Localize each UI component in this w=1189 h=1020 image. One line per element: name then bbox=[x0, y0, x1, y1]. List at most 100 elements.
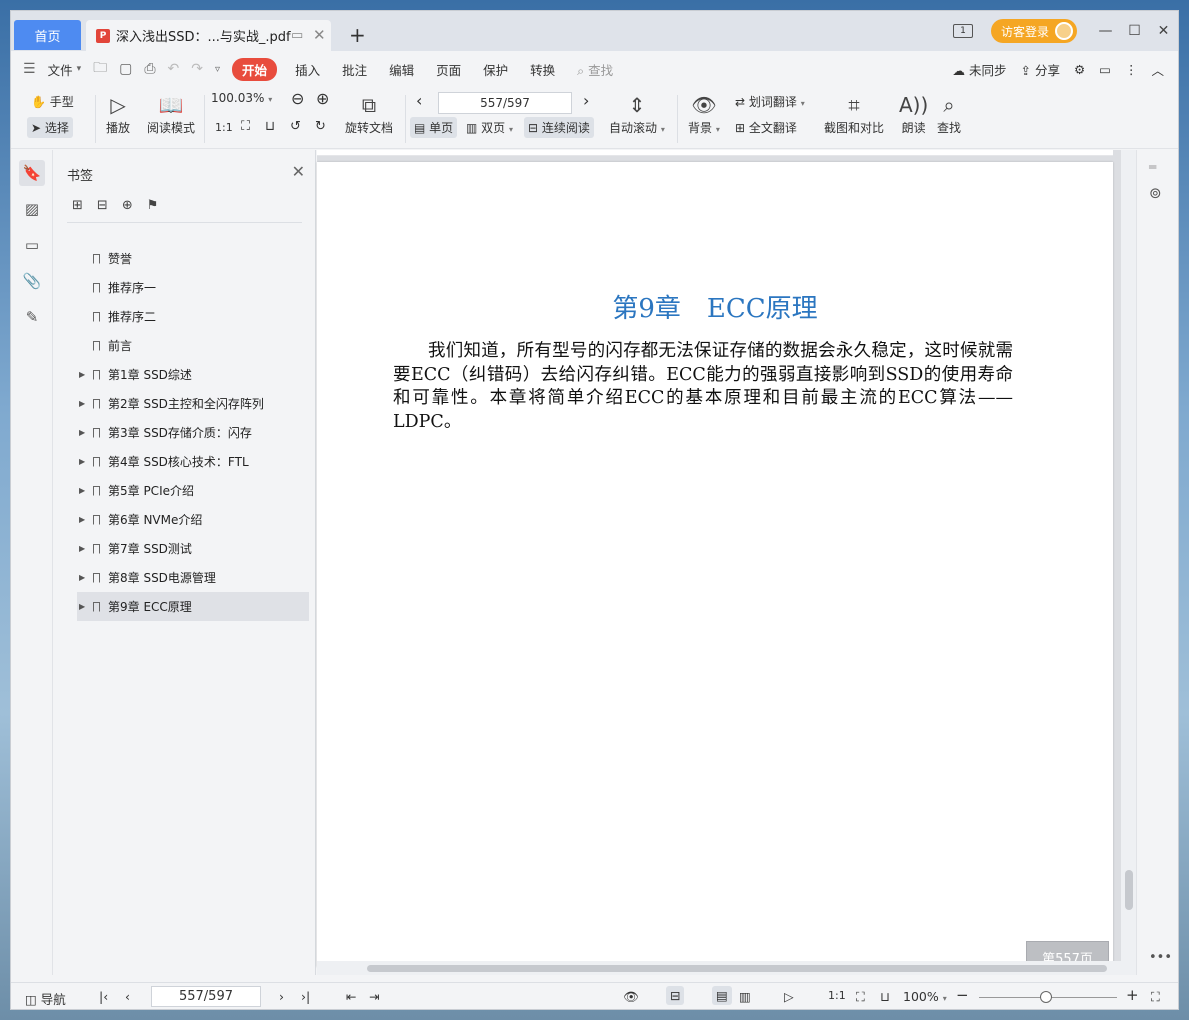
navigation-button[interactable]: ◫ 导航 bbox=[25, 989, 66, 1008]
hand-tool-button[interactable]: ✋ 手型 bbox=[31, 93, 74, 110]
vertical-scroll-thumb[interactable] bbox=[1125, 870, 1133, 910]
screenshot-compare-button[interactable]: ⌗ 截图和对比 bbox=[824, 91, 884, 136]
bookmark-item[interactable]: ▶ 第9章 ECC原理 bbox=[77, 592, 309, 621]
minimize-button[interactable]: — bbox=[1091, 23, 1120, 39]
bookmark-icon[interactable]: 🔖 bbox=[19, 160, 45, 186]
read-mode-button[interactable]: 📖 阅读模式 bbox=[147, 91, 195, 136]
more-icon[interactable]: ••• bbox=[1149, 950, 1172, 965]
double-page-button[interactable]: ▥ 双页 ▾ bbox=[466, 119, 513, 136]
expand-arrow-icon[interactable]: ▶ bbox=[79, 573, 85, 582]
menu-file[interactable]: 文件 bbox=[48, 60, 73, 79]
expand-arrow-icon[interactable]: ▶ bbox=[79, 428, 85, 437]
full-translate-button[interactable]: ⊞ 全文翻译 bbox=[735, 119, 797, 136]
maximize-button[interactable]: ☐ bbox=[1120, 23, 1149, 39]
back-icon[interactable]: ⇤ bbox=[346, 989, 356, 1004]
bookmark-item[interactable]: ▶ 第8章 SSD电源管理 bbox=[77, 563, 309, 592]
chevron-down-icon[interactable]: ▾ bbox=[77, 64, 82, 74]
bookmark-flag-icon[interactable]: ⚑ bbox=[147, 198, 159, 213]
bookmark-item[interactable]: ▶ 第2章 SSD主控和全闪存阵列 bbox=[77, 389, 309, 418]
word-translate-button[interactable]: ⇄ 划词翻译 ▾ bbox=[735, 93, 805, 110]
bookmark-item[interactable]: ▶ 第7章 SSD测试 bbox=[77, 534, 309, 563]
redo-icon[interactable]: ↷ bbox=[191, 61, 203, 77]
open-folder-icon[interactable]: 🗀 bbox=[93, 57, 107, 81]
eye-protection-icon[interactable]: 👁 bbox=[623, 989, 639, 1005]
tab-home[interactable]: 首页 bbox=[14, 20, 81, 50]
bookmark-item[interactable]: 赞誉 bbox=[77, 244, 309, 273]
tab-pin-icon[interactable]: ▭ bbox=[291, 28, 303, 43]
save-icon[interactable]: ▢ bbox=[119, 61, 132, 77]
select-tool-button[interactable]: ➤ 选择 bbox=[27, 117, 73, 138]
read-aloud-button[interactable]: A)) 朗读 bbox=[899, 91, 928, 136]
menu-protect[interactable]: 保护 bbox=[483, 60, 508, 79]
play-icon[interactable]: ▷ bbox=[784, 989, 794, 1004]
sync-button[interactable]: ☁ 未同步 bbox=[952, 60, 1006, 79]
expand-arrow-icon[interactable]: ▶ bbox=[79, 486, 85, 495]
zoom-out-icon[interactable]: − bbox=[956, 986, 969, 1004]
bookmark-item[interactable]: 前言 bbox=[77, 331, 309, 360]
menu-start[interactable]: 开始 bbox=[232, 57, 278, 81]
next-page-icon[interactable]: › bbox=[583, 91, 589, 110]
fit-page-icon[interactable]: ⛶ bbox=[241, 119, 250, 134]
continuous-view-icon[interactable]: ⊟ bbox=[666, 986, 685, 1005]
actual-size-icon[interactable]: 1:1 bbox=[215, 121, 233, 134]
bookmark-item[interactable]: ▶ 第4章 SSD核心技术：FTL bbox=[77, 447, 309, 476]
expand-all-icon[interactable]: ⊞ bbox=[72, 198, 83, 213]
zoom-select[interactable]: 100.03% ▾ bbox=[211, 91, 272, 105]
bookmark-item[interactable]: ▶ 第5章 PCIe介绍 bbox=[77, 476, 309, 505]
signature-icon[interactable]: ✎ bbox=[19, 304, 45, 330]
rotate-right-icon[interactable]: ↻ bbox=[315, 119, 326, 134]
tab-document[interactable]: P 深入浅出SSD：...与实战_.pdf ▭ ✕ bbox=[86, 20, 331, 51]
undo-icon[interactable]: ↶ bbox=[168, 61, 180, 77]
collapse-all-icon[interactable]: ⊟ bbox=[97, 198, 108, 213]
expand-arrow-icon[interactable]: ▶ bbox=[79, 370, 85, 379]
next-page-icon[interactable]: › bbox=[279, 989, 284, 1004]
bookmark-item[interactable]: ▶ 第3章 SSD存储介质：闪存 bbox=[77, 418, 309, 447]
actual-size-icon[interactable]: 1:1 bbox=[828, 989, 846, 1002]
fullscreen-icon[interactable]: ⛶ bbox=[1151, 989, 1160, 1005]
add-bookmark-icon[interactable]: ⊕ bbox=[122, 198, 133, 213]
horizontal-scrollbar[interactable] bbox=[317, 961, 1121, 975]
menu-convert[interactable]: 转换 bbox=[530, 60, 555, 79]
fit-width-icon[interactable]: ⊔ bbox=[265, 119, 275, 134]
find-button[interactable]: ⌕ 查找 bbox=[937, 91, 961, 136]
attachment-icon[interactable]: 📎 bbox=[19, 268, 45, 294]
more-icon[interactable]: ⋮ bbox=[1125, 62, 1138, 77]
bookmark-item[interactable]: ▶ 第6章 NVMe介绍 bbox=[77, 505, 309, 534]
thumbnail-icon[interactable]: ▨ bbox=[19, 196, 45, 222]
share-button[interactable]: ⇪ 分享 bbox=[1020, 60, 1059, 79]
quick-access-more-icon[interactable]: ▿ bbox=[215, 64, 220, 75]
rotate-document-button[interactable]: ⧉ 旋转文档 bbox=[345, 91, 393, 136]
bookmark-item[interactable]: 推荐序一 bbox=[77, 273, 309, 302]
login-button[interactable]: 访客登录 bbox=[990, 19, 1077, 43]
zoom-in-icon[interactable]: + bbox=[1126, 986, 1139, 1004]
last-page-icon[interactable]: ›| bbox=[301, 989, 310, 1004]
forward-icon[interactable]: ⇥ bbox=[369, 989, 379, 1004]
play-button[interactable]: ▷ 播放 bbox=[106, 91, 130, 136]
zoom-out-icon[interactable]: ⊖ bbox=[291, 89, 304, 108]
close-window-button[interactable]: ✕ bbox=[1149, 23, 1178, 39]
search-text-icon[interactable]: ⊚ bbox=[1149, 184, 1162, 202]
menu-edit[interactable]: 编辑 bbox=[389, 60, 414, 79]
zoom-in-icon[interactable]: ⊕ bbox=[316, 89, 329, 108]
prev-page-icon[interactable]: ‹ bbox=[416, 91, 422, 110]
first-page-icon[interactable]: |‹ bbox=[99, 989, 108, 1004]
collapse-icon[interactable]: ︿ bbox=[1151, 60, 1164, 79]
expand-arrow-icon[interactable]: ▶ bbox=[79, 515, 85, 524]
menu-page[interactable]: 页面 bbox=[436, 60, 461, 79]
status-page-input[interactable]: 557/597 bbox=[151, 986, 261, 1007]
double-page-view-icon[interactable]: ▥ bbox=[739, 989, 751, 1004]
new-tab-button[interactable]: + bbox=[349, 23, 366, 47]
zoom-select[interactable]: 100% ▾ bbox=[903, 989, 947, 1004]
single-page-view-icon[interactable]: ▤ bbox=[712, 986, 732, 1005]
hamburger-icon[interactable]: ☰ bbox=[23, 61, 36, 77]
auto-scroll-button[interactable]: ⇕ 自动滚动 ▾ bbox=[609, 91, 665, 136]
background-button[interactable]: 👁 背景 ▾ bbox=[688, 91, 720, 136]
bookmark-item[interactable]: ▶ 第1章 SSD综述 bbox=[77, 360, 309, 389]
fit-width-icon[interactable]: ⊔ bbox=[880, 989, 890, 1004]
expand-arrow-icon[interactable]: ▶ bbox=[79, 457, 85, 466]
bookmark-item[interactable]: 推荐序二 bbox=[77, 302, 309, 331]
rotate-left-icon[interactable]: ↺ bbox=[290, 119, 301, 134]
page-number-input[interactable]: 557/597 bbox=[438, 92, 572, 114]
expand-arrow-icon[interactable]: ▶ bbox=[79, 399, 85, 408]
tab-close-icon[interactable]: ✕ bbox=[313, 26, 326, 44]
